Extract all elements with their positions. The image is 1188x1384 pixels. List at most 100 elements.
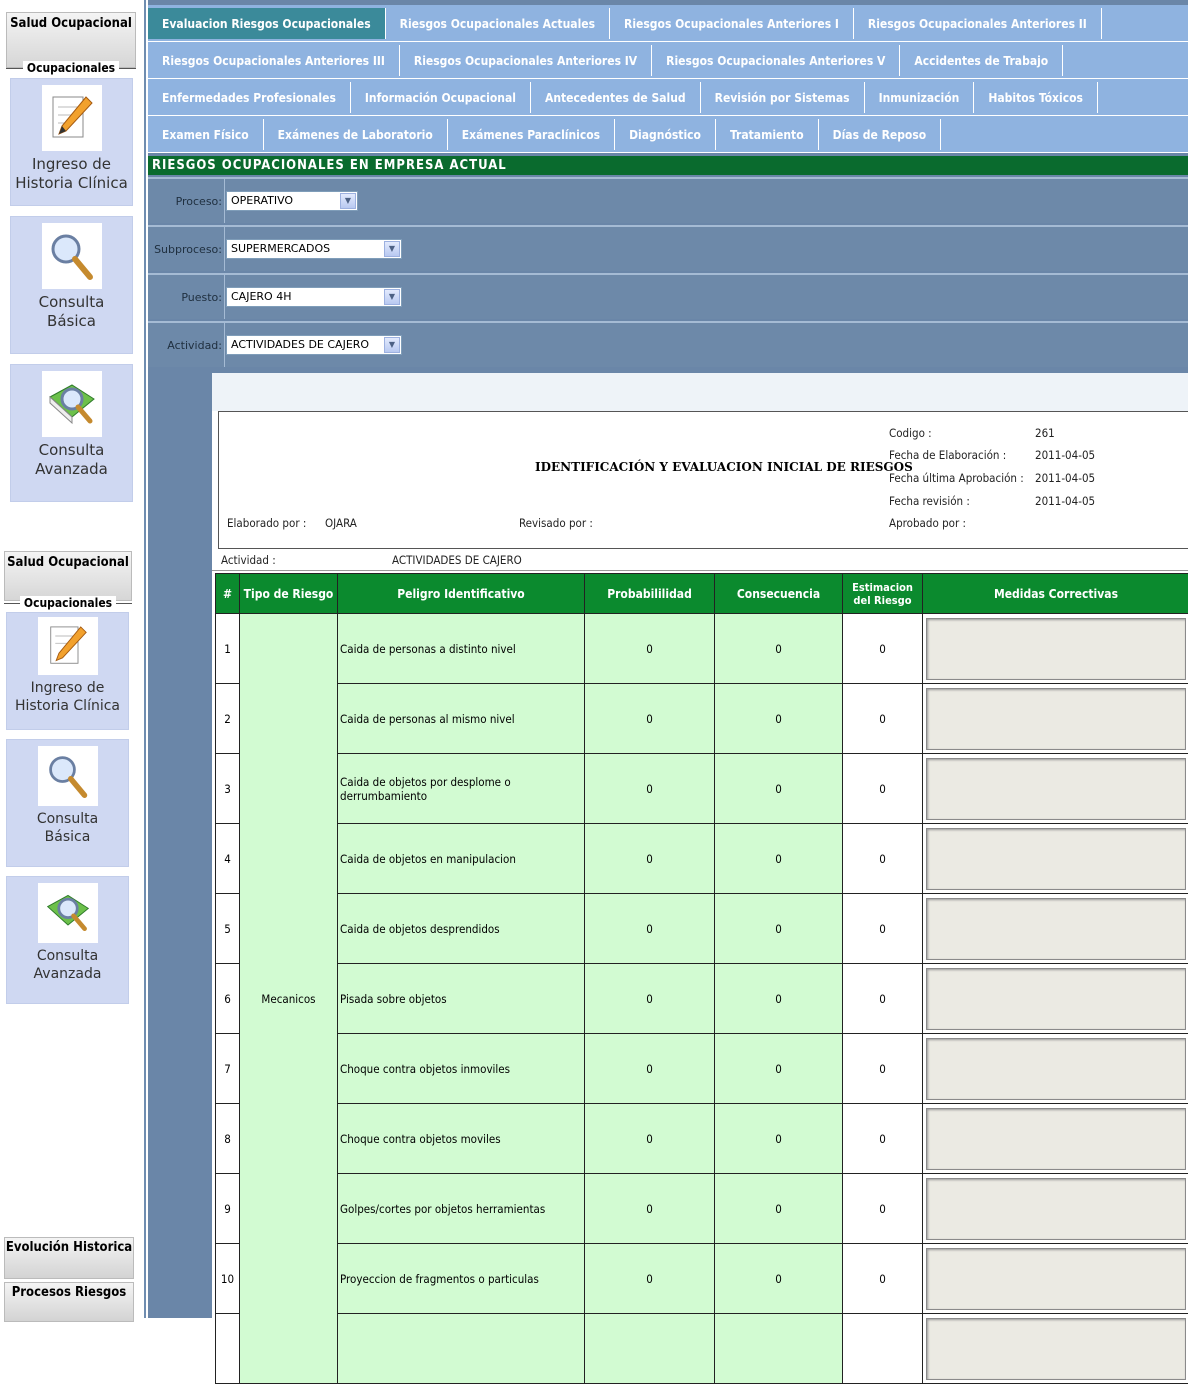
evolucion-historica-button[interactable]: Evolución Historica <box>4 1237 134 1279</box>
tab-antecedentes-salud[interactable]: Antecedentes de Salud <box>531 82 701 113</box>
consecuencia-cell: 0 <box>715 1034 843 1104</box>
peligro-cell: Caida de objetos desprendidos <box>338 894 585 964</box>
peligro-cell: Caida de personas al mismo nivel <box>338 684 585 754</box>
medidas-input[interactable] <box>926 688 1186 750</box>
medidas-cell <box>923 1034 1188 1104</box>
row-number: 3 <box>216 754 240 824</box>
aprobado-por-label: Aprobado por : <box>889 516 966 530</box>
tab-riesgos-actuales[interactable]: Riesgos Ocupacionales Actuales <box>386 8 610 39</box>
col-peligro: Peligro Identificativo <box>338 574 585 614</box>
medidas-input[interactable] <box>926 618 1186 680</box>
estimacion-cell: 0 <box>843 754 923 824</box>
consulta-avanzada-label: Consulta Avanzada <box>11 441 132 479</box>
tab-examenes-paraclinicos[interactable]: Exámenes Paraclínicos <box>448 119 615 150</box>
estimacion-cell: 0 <box>843 894 923 964</box>
row-number: 6 <box>216 964 240 1034</box>
medidas-cell <box>923 824 1188 894</box>
row-number: 7 <box>216 1034 240 1104</box>
consecuencia-cell: 0 <box>715 684 843 754</box>
medidas-input[interactable] <box>926 1318 1186 1380</box>
tab-riesgos-anteriores-3[interactable]: Riesgos Ocupacionales Anteriores III <box>148 45 400 76</box>
tab-evaluacion-riesgos[interactable]: Evaluacion Riesgos Ocupacionales <box>148 8 386 39</box>
medidas-input[interactable] <box>926 1248 1186 1310</box>
medidas-input[interactable] <box>926 968 1186 1030</box>
puesto-select[interactable]: CAJERO 4H▼ <box>226 287 402 307</box>
tab-dias-reposo[interactable]: Días de Reposo <box>819 119 942 150</box>
proceso-row: Proceso: OPERATIVO▼ <box>148 177 1188 223</box>
col-tipo: Tipo de Riesgo <box>240 574 338 614</box>
table-row: 1MecanicosCaida de personas a distinto n… <box>216 614 1188 684</box>
table-row: 7Choque contra objetos inmoviles000 <box>216 1034 1188 1104</box>
tab-habitos-toxicos[interactable]: Habitos Tóxicos <box>974 82 1098 113</box>
tab-enfermedades-profesionales[interactable]: Enfermedades Profesionales <box>148 82 351 113</box>
proceso-select[interactable]: OPERATIVO▼ <box>226 191 358 211</box>
tab-row-3: Enfermedades Profesionales Información O… <box>148 79 1188 116</box>
report-area: IDENTIFICACIÓN Y EVALUACION INICIAL DE R… <box>212 373 1188 1318</box>
tab-revision-sistemas[interactable]: Revisión por Sistemas <box>701 82 865 113</box>
estimacion-cell: 0 <box>843 1244 923 1314</box>
consulta-basica-button[interactable]: Consulta Básica <box>10 216 133 354</box>
estimacion-cell: 0 <box>843 824 923 894</box>
table-row: 2Caida de personas al mismo nivel000 <box>216 684 1188 754</box>
table-row: 4Caida de objetos en manipulacion000 <box>216 824 1188 894</box>
tab-riesgos-anteriores-2[interactable]: Riesgos Ocupacionales Anteriores II <box>854 8 1102 39</box>
tab-inmunizacion[interactable]: Inmunización <box>865 82 975 113</box>
medidas-input[interactable] <box>926 758 1186 820</box>
tab-examen-fisico[interactable]: Examen Físico <box>148 119 264 150</box>
tab-tratamiento[interactable]: Tratamiento <box>716 119 819 150</box>
consulta-basica-label: Consulta Básica <box>11 293 132 331</box>
ingreso-historia-button-2[interactable]: Ingreso de Historia Clínica <box>6 612 129 730</box>
consulta-basica-button-2[interactable]: Consulta Básica <box>6 739 129 867</box>
col-num: # <box>216 574 240 614</box>
actividad-line-value: ACTIVIDADES DE CAJERO <box>392 553 522 567</box>
tab-row-2: Riesgos Ocupacionales Anteriores III Rie… <box>148 42 1188 79</box>
medidas-input[interactable] <box>926 1178 1186 1240</box>
subproceso-select[interactable]: SUPERMERCADOS▼ <box>226 239 402 259</box>
tab-accidentes-trabajo[interactable]: Accidentes de Trabajo <box>900 45 1063 76</box>
table-row: 9Golpes/cortes por objetos herramientas0… <box>216 1174 1188 1244</box>
consecuencia-cell: 0 <box>715 894 843 964</box>
actividad-line: Actividad : ACTIVIDADES DE CAJERO <box>212 549 1188 571</box>
tab-informacion-ocupacional[interactable]: Información Ocupacional <box>351 82 531 113</box>
probabilidad-cell: 0 <box>585 1174 715 1244</box>
medidas-input[interactable] <box>926 1108 1186 1170</box>
tab-examenes-laboratorio[interactable]: Exámenes de Laboratorio <box>264 119 448 150</box>
medidas-input[interactable] <box>926 828 1186 890</box>
medidas-input[interactable] <box>926 898 1186 960</box>
evolucion-historica-label: Evolución Historica <box>6 1240 132 1255</box>
magnifier-icon <box>42 223 102 289</box>
risk-table: # Tipo de Riesgo Peligro Identificativo … <box>215 573 1188 1384</box>
col-medidas: Medidas Correctivas <box>923 574 1188 614</box>
medidas-cell <box>923 1314 1188 1384</box>
peligro-cell: Choque contra objetos inmoviles <box>338 1034 585 1104</box>
medidas-cell <box>923 1174 1188 1244</box>
tab-riesgos-anteriores-4[interactable]: Riesgos Ocupacionales Anteriores IV <box>400 45 652 76</box>
consulta-avanzada-button-2[interactable]: Consulta Avanzada <box>6 876 129 1004</box>
estimacion-cell: 0 <box>843 1104 923 1174</box>
fecha-revision-label: Fecha revisión : <box>889 494 970 508</box>
ingreso-historia-button[interactable]: Ingreso de Historia Clínica <box>10 78 133 206</box>
actividad-select[interactable]: ACTIVIDADES DE CAJERO▼ <box>226 335 402 355</box>
tab-riesgos-anteriores-5[interactable]: Riesgos Ocupacionales Anteriores V <box>652 45 900 76</box>
medidas-input[interactable] <box>926 1038 1186 1100</box>
fecha-aprobacion-label: Fecha última Aprobación : <box>889 471 1024 485</box>
actividad-row: Actividad: ACTIVIDADES DE CAJERO▼ <box>148 321 1188 367</box>
medidas-cell <box>923 1244 1188 1314</box>
tab-riesgos-anteriores-1[interactable]: Riesgos Ocupacionales Anteriores I <box>610 8 854 39</box>
procesos-riesgos-button[interactable]: Procesos Riesgos <box>4 1282 134 1322</box>
consulta-avanzada-button[interactable]: Consulta Avanzada <box>10 364 133 502</box>
consecuencia-cell: 0 <box>715 614 843 684</box>
peligro-cell: Pisada sobre objetos <box>338 964 585 1034</box>
revisado-por-label: Revisado por : <box>519 516 593 530</box>
elaborado-por-label: Elaborado por : <box>227 516 306 530</box>
divider <box>224 179 225 223</box>
salud-ocupacional-header-2[interactable]: Salud Ocupacional <box>4 551 132 601</box>
main-panel: Evaluacion Riesgos Ocupacionales Riesgos… <box>148 0 1188 1318</box>
salud-ocupacional-header[interactable]: Salud Ocupacional <box>6 12 136 68</box>
section-title: RIESGOS OCUPACIONALES EN EMPRESA ACTUAL <box>148 156 1188 175</box>
report-title: IDENTIFICACIÓN Y EVALUACION INICIAL DE R… <box>535 460 913 474</box>
probabilidad-cell: 0 <box>585 684 715 754</box>
tab-diagnostico[interactable]: Diagnóstico <box>615 119 716 150</box>
tab-row-1: Evaluacion Riesgos Ocupacionales Riesgos… <box>148 5 1188 42</box>
pencil-note-icon <box>42 85 102 151</box>
